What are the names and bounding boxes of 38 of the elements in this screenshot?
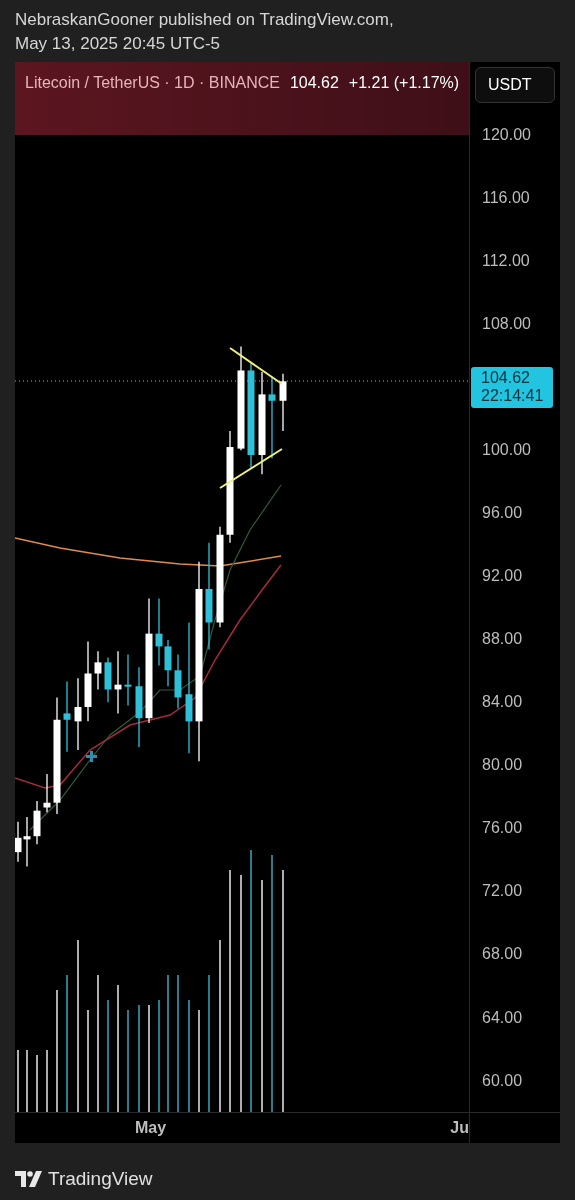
price-axis-label: 72.00: [482, 881, 523, 902]
trend-line: [229, 347, 283, 385]
price-axis-label: 100.00: [482, 440, 531, 461]
attribution-text: May 13, 2025 20:45 UTC-5: [15, 33, 222, 55]
cross-marker-icon: [86, 751, 97, 762]
candle: [174, 653, 182, 710]
price-axis-label: 88.00: [482, 629, 523, 650]
time-axis-label: May: [135, 1118, 167, 1138]
price-axis-label: 120.00: [482, 125, 531, 146]
last-price-value: 104.62: [481, 369, 531, 388]
price-axis-label: 84.00: [482, 692, 523, 713]
time-axis-label: Ju: [450, 1118, 469, 1138]
currency-button[interactable]: USDT: [475, 66, 555, 103]
candle: [104, 656, 112, 703]
price-axis-label: 76.00: [482, 818, 523, 839]
countdown-timer: 22:14:41: [481, 387, 545, 406]
tradingview-logo-icon: [15, 1171, 42, 1188]
candle: [124, 653, 132, 707]
price-axis-label: 60.00: [482, 1070, 523, 1091]
price-axis-label: 64.00: [482, 1007, 523, 1028]
brand-name: TradingView: [48, 1167, 153, 1191]
price-axis-label: 116.00: [482, 188, 530, 209]
attribution-text: NebraskanGooner published on TradingView.com,: [15, 9, 395, 31]
trend-line: [219, 448, 283, 489]
price-axis-label: 92.00: [482, 566, 523, 587]
price-axis-label: 96.00: [482, 503, 523, 524]
symbol-price: 104.62: [289, 73, 339, 93]
price-axis-label: 68.00: [482, 944, 523, 965]
candle: [43, 773, 51, 813]
price-change: +1.21 (+1.17%): [348, 73, 460, 93]
candle: [279, 373, 287, 432]
candle: [33, 800, 41, 845]
price-axis-label: 112.00: [482, 251, 530, 272]
symbol-title: Litecoin / TetherUS · 1D · BINANCE: [25, 73, 280, 93]
price-axis-label: 80.00: [482, 755, 523, 776]
price-axis-label: 108.00: [482, 314, 531, 335]
candle: [114, 650, 122, 715]
candle: [94, 650, 102, 691]
